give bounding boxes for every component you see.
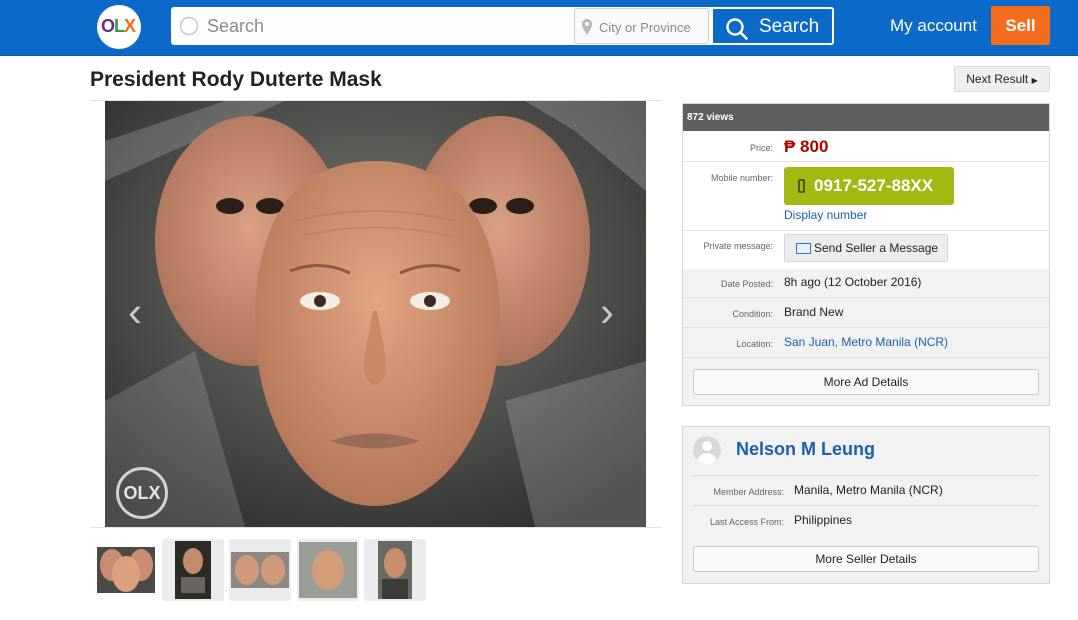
main-product-photo[interactable] [105,101,646,527]
divider [683,297,1049,298]
display-number-link[interactable]: Display number [784,208,867,222]
next-result-button[interactable]: Next Result ▶ [954,66,1050,92]
search-button[interactable]: Search [711,7,834,45]
divider [693,475,1039,476]
divider [683,230,1049,231]
more-seller-details-button[interactable]: More Seller Details [693,546,1039,572]
phone-icon [798,179,805,193]
top-navigation-bar: O L X Search My account Sell [0,0,1078,56]
photo-thumbnail-4[interactable] [297,539,359,601]
location-link[interactable]: San Juan, Metro Manila (NCR) [784,335,948,349]
photo-thumbnail-3[interactable] [229,539,291,601]
search-bar: Search [171,7,834,45]
sell-button[interactable]: Sell [991,6,1050,45]
date-posted-label: Date Posted: [720,279,773,289]
last-access-label: Last Access From: [709,517,784,527]
price-label: Price: [749,143,773,153]
thumbnail-image [175,541,211,599]
divider [683,327,1049,328]
thumbnail-image [97,547,155,593]
avatar [693,436,721,464]
divider [90,527,662,528]
location-label: Location: [736,339,773,349]
page-title: President Rody Duterte Mask [90,68,382,91]
ad-meta-section: Date Posted: 8h ago (12 October 2016) Co… [683,269,1049,405]
views-count: 872 views [683,104,1049,131]
search-input[interactable] [207,12,597,40]
divider [683,357,1049,358]
olx-logo[interactable]: O L X [97,5,141,49]
seller-name-link[interactable]: Nelson M Leung [736,439,875,460]
envelope-icon [796,243,811,254]
my-account-link[interactable]: My account [890,16,977,36]
city-input[interactable] [599,16,707,38]
ad-details-panel: 872 views Price: ₱ 800 Mobile number: 09… [682,103,1050,406]
photo-thumbnail-1[interactable] [93,539,155,601]
next-photo-arrow[interactable]: › [600,290,620,334]
thumbnail-image [378,541,412,599]
magnifier-icon [726,18,748,40]
mobile-number-label: Mobile number: [710,173,773,183]
last-access-value: Philippines [794,513,853,527]
city-or-province-field[interactable] [574,8,709,44]
divider [683,161,1049,162]
more-ad-details-button[interactable]: More Ad Details [693,369,1039,395]
olx-watermark: OLX [116,467,168,519]
condition-value: Brand New [784,305,844,319]
member-address-label: Member Address: [713,487,784,497]
triangle-right-icon: ▶ [1031,76,1038,85]
thumbnail-image [299,542,357,598]
condition-label: Condition: [732,309,773,319]
previous-photo-arrow[interactable]: ‹ [128,290,148,334]
divider [693,505,1039,506]
thumbnail-image [231,552,289,588]
send-seller-message-button[interactable]: Send Seller a Message [784,234,948,262]
date-posted-value: 8h ago (12 October 2016) [784,275,922,289]
location-pin-icon [582,19,592,35]
mobile-number-button[interactable]: 0917-527-88XX [784,167,954,205]
photo-thumbnail-5[interactable] [364,539,426,601]
member-address-value: Manila, Metro Manila (NCR) [794,483,943,497]
price-value: ₱ 800 [784,137,829,156]
seller-panel: Nelson M Leung Member Address: Manila, M… [682,426,1050,584]
search-icon [179,16,199,36]
private-message-label: Private message: [703,241,773,251]
photo-thumbnail-2[interactable] [162,539,224,601]
mask-photo-illustration [105,101,646,527]
